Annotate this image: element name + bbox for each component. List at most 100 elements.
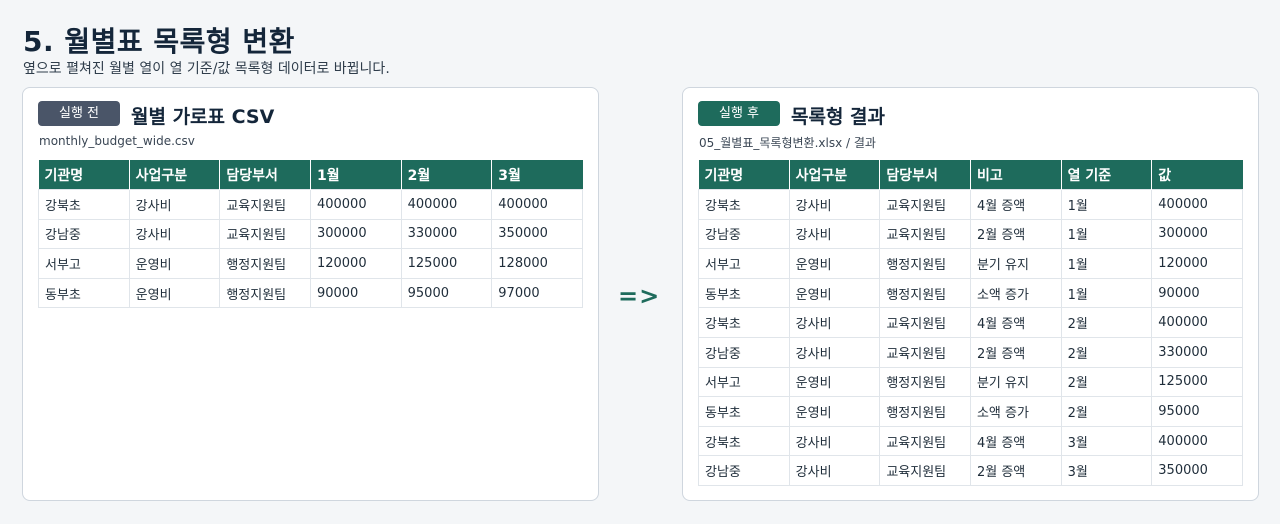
after-panel: 실행 후 목록형 결과 05_월별표_목록형변환.xlsx / 결과 기관명 사업… — [682, 87, 1259, 501]
after-column-header: 값 — [1151, 160, 1243, 190]
after-table-cell: 4월 증액 — [969, 189, 1062, 220]
after-table-cell: 강남중 — [698, 455, 790, 486]
before-table-cell: 97000 — [491, 277, 583, 309]
after-table-cell: 서부고 — [698, 248, 790, 279]
after-badge: 실행 후 — [698, 101, 780, 126]
before-table-cell: 400000 — [400, 189, 493, 220]
after-table-cell: 400000 — [1151, 189, 1243, 220]
after-table-cell: 강남중 — [698, 218, 790, 250]
after-table: 기관명 사업구분 담당부서 비고 열 기준 값 강북초 강사비 교육지원팀 4월 증액 1월 400… — [698, 160, 1243, 486]
after-table-cell: 4월 증액 — [969, 425, 1062, 457]
after-table-row: 강남중 강사비 교육지원팀 2월 증액 2월 330000 — [698, 336, 1243, 368]
after-table-cell: 강북초 — [698, 425, 790, 457]
before-table-cell: 125000 — [400, 248, 493, 279]
after-column-header: 사업구분 — [789, 160, 881, 190]
page-subtitle: 옆으로 펼쳐진 월별 열이 열 기준/값 목록형 데이터로 바뀝니다. — [23, 61, 390, 77]
before-table-row: 강북초 강사비 교육지원팀 400000 400000 400000 — [38, 189, 583, 220]
before-table-cell: 95000 — [400, 277, 493, 309]
before-table-cell: 강남중 — [38, 218, 130, 250]
before-table-cell: 서부고 — [38, 248, 130, 279]
before-column-header: 담당부서 — [219, 160, 311, 190]
before-column-header: 3월 — [491, 160, 583, 190]
before-table-row: 동부초 운영비 행정지원팀 90000 95000 97000 — [38, 277, 583, 309]
after-table-header: 기관명 사업구분 담당부서 비고 열 기준 값 — [698, 160, 1243, 190]
after-table-cell: 행정지원팀 — [879, 366, 971, 398]
before-table-cell: 강사비 — [128, 218, 221, 250]
after-table-cell: 2월 — [1060, 336, 1153, 368]
before-table-cell: 교육지원팀 — [219, 218, 311, 250]
after-table-cell: 교육지원팀 — [879, 218, 971, 250]
before-table-cell: 400000 — [491, 189, 583, 220]
after-table-cell: 교육지원팀 — [879, 336, 971, 368]
after-table-cell: 강사비 — [788, 218, 881, 250]
after-table-cell: 2월 증액 — [969, 218, 1062, 250]
after-table-cell: 125000 — [1151, 366, 1243, 398]
after-filename: 05_월별표_목록형변환.xlsx / 결과 — [699, 136, 876, 150]
before-filename: monthly_budget_wide.csv — [39, 134, 195, 148]
after-table-cell: 3월 — [1060, 425, 1153, 457]
after-table-row: 강북초 강사비 교육지원팀 4월 증액 2월 400000 — [698, 307, 1243, 338]
before-table-row: 강남중 강사비 교육지원팀 300000 330000 350000 — [38, 218, 583, 250]
before-table-cell: 330000 — [400, 218, 493, 250]
after-table-cell: 2월 증액 — [969, 336, 1062, 368]
after-table-cell: 교육지원팀 — [879, 425, 971, 457]
after-panel-title: 목록형 결과 — [791, 106, 886, 128]
after-column-header: 담당부서 — [879, 160, 971, 190]
after-table-row: 강북초 강사비 교육지원팀 4월 증액 1월 400000 — [698, 189, 1243, 220]
after-table-cell: 강사비 — [788, 336, 881, 368]
after-table-cell: 4월 증액 — [969, 307, 1062, 338]
before-column-header: 사업구분 — [129, 160, 221, 190]
page-title: 5. 월별표 목록형 변환 — [23, 25, 295, 58]
after-table-cell: 강북초 — [698, 189, 790, 220]
after-table-row: 서부고 운영비 행정지원팀 분기 유지 2월 125000 — [698, 366, 1243, 398]
after-table-cell: 400000 — [1151, 425, 1243, 457]
after-table-cell: 330000 — [1151, 336, 1243, 368]
before-table-row: 서부고 운영비 행정지원팀 120000 125000 128000 — [38, 248, 583, 279]
after-table-cell: 강사비 — [788, 425, 881, 457]
after-column-header: 비고 — [970, 160, 1062, 190]
before-table-header: 기관명 사업구분 담당부서 1월 2월 3월 — [38, 160, 583, 190]
before-table-cell: 동부초 — [38, 277, 130, 309]
after-table-cell: 300000 — [1151, 218, 1243, 250]
before-panel: 실행 전 월별 가로표 CSV monthly_budget_wide.csv … — [22, 87, 599, 501]
after-table-cell: 동부초 — [698, 277, 790, 309]
after-table-cell: 분기 유지 — [969, 366, 1062, 398]
after-table-cell: 소액 증가 — [969, 277, 1062, 309]
after-table-cell: 운영비 — [788, 248, 881, 279]
after-table-cell: 교육지원팀 — [879, 455, 971, 486]
after-column-header: 열 기준 — [1061, 160, 1153, 190]
after-table-cell: 400000 — [1151, 307, 1243, 338]
after-table-cell: 동부초 — [698, 396, 790, 427]
after-table-cell: 서부고 — [698, 366, 790, 398]
before-table-cell: 교육지원팀 — [219, 189, 311, 220]
after-table-cell: 운영비 — [788, 366, 881, 398]
after-column-header: 기관명 — [698, 160, 790, 190]
before-table-cell: 강북초 — [38, 189, 130, 220]
before-column-header: 기관명 — [38, 160, 130, 190]
before-table-cell: 운영비 — [128, 277, 221, 309]
after-table-cell: 강사비 — [788, 189, 881, 220]
before-table-cell: 강사비 — [128, 189, 221, 220]
before-table-cell: 300000 — [309, 218, 402, 250]
after-table-cell: 소액 증가 — [969, 396, 1062, 427]
after-table-cell: 120000 — [1151, 248, 1243, 279]
after-table-cell: 행정지원팀 — [879, 277, 971, 309]
after-table-cell: 90000 — [1151, 277, 1243, 309]
before-table: 기관명 사업구분 담당부서 1월 2월 3월 강북초 강사비 교육지원팀 400000 40000… — [38, 160, 583, 309]
after-table-row: 동부초 운영비 행정지원팀 소액 증가 2월 95000 — [698, 396, 1243, 427]
after-table-cell: 행정지원팀 — [879, 396, 971, 427]
after-table-row: 강남중 강사비 교육지원팀 2월 증액 3월 350000 — [698, 455, 1243, 486]
after-table-cell: 교육지원팀 — [879, 307, 971, 338]
after-table-cell: 1월 — [1060, 248, 1153, 279]
after-table-cell: 2월 — [1060, 366, 1153, 398]
before-table-cell: 90000 — [309, 277, 402, 309]
after-table-cell: 2월 — [1060, 396, 1153, 427]
before-table-cell: 400000 — [309, 189, 402, 220]
after-table-cell: 2월 — [1060, 307, 1153, 338]
after-table-row: 서부고 운영비 행정지원팀 분기 유지 1월 120000 — [698, 248, 1243, 279]
after-table-cell: 강북초 — [698, 307, 790, 338]
after-table-cell: 350000 — [1151, 455, 1243, 486]
after-table-cell: 행정지원팀 — [879, 248, 971, 279]
after-table-cell: 1월 — [1060, 189, 1153, 220]
before-column-header: 2월 — [401, 160, 493, 190]
